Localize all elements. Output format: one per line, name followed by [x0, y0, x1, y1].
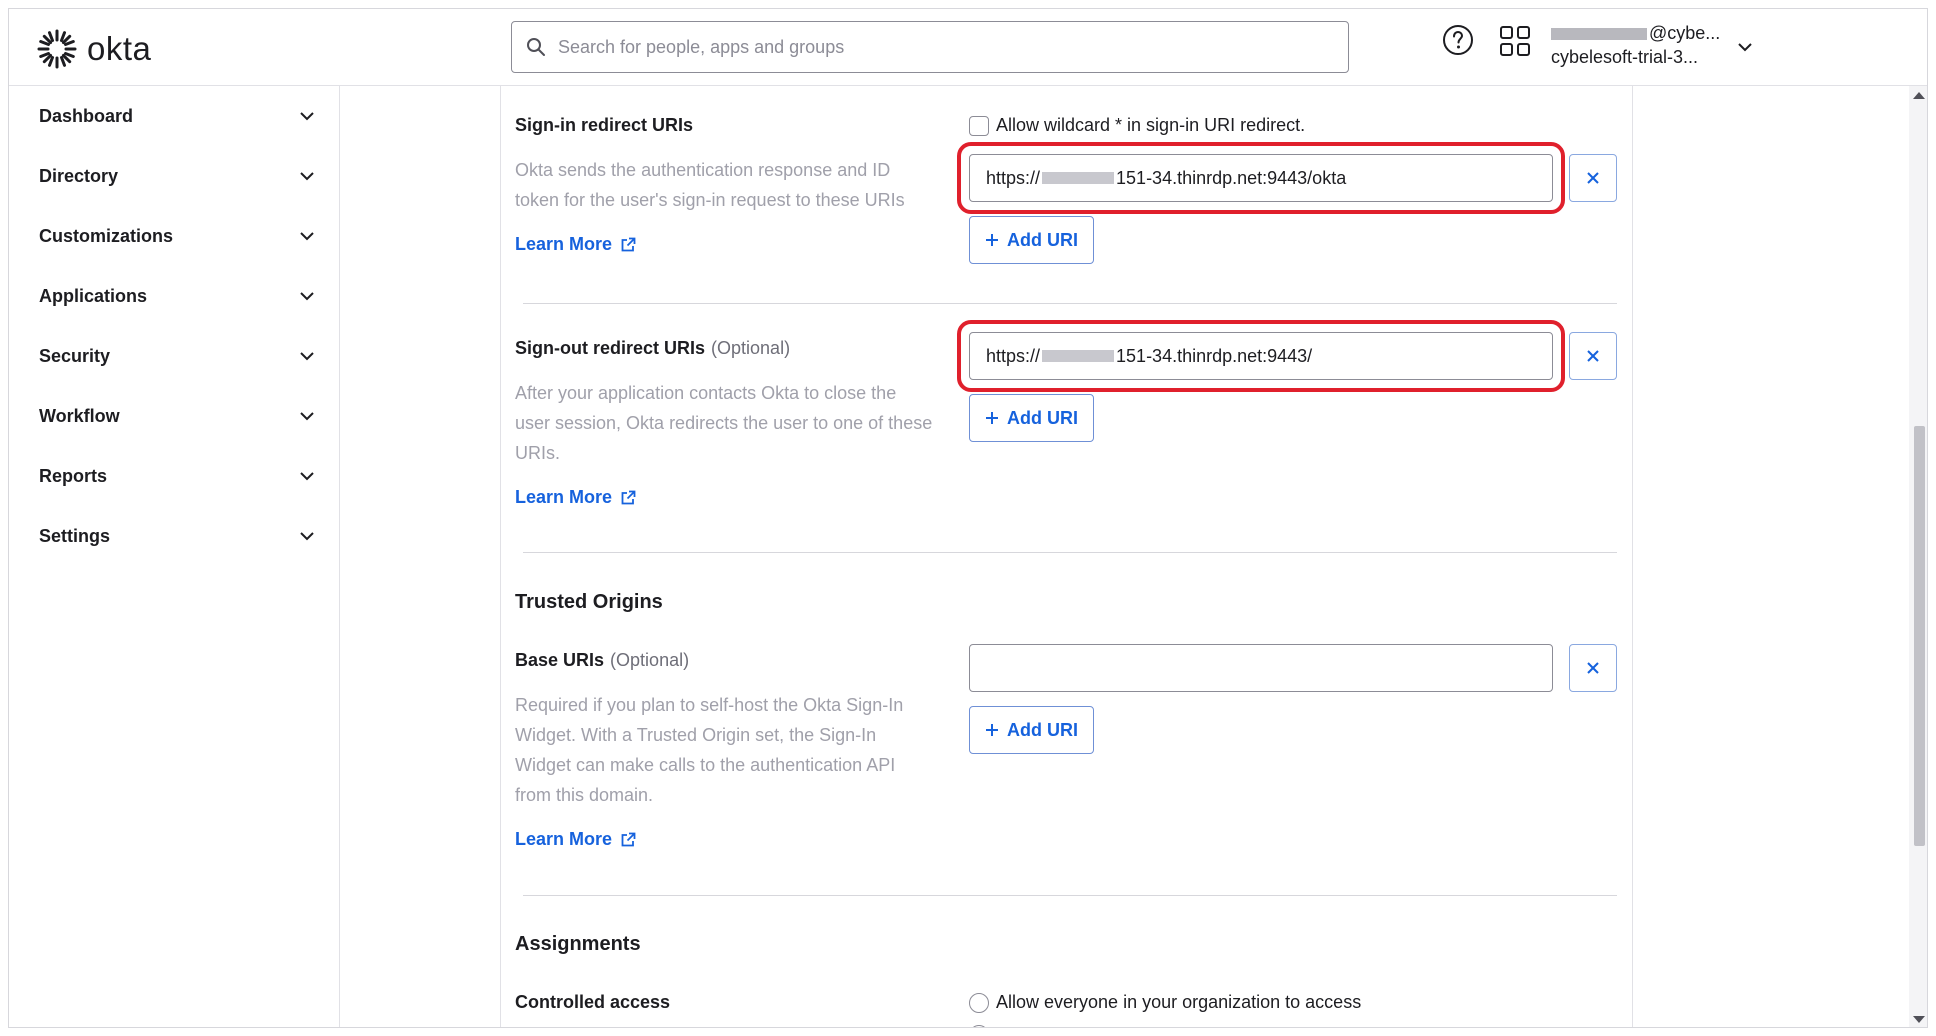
base-uris-learn-more-link[interactable]: Learn More	[515, 829, 636, 850]
base-uris-description: Required if you plan to self-host the Ok…	[515, 695, 904, 805]
allow-everyone-radio[interactable]	[969, 993, 989, 1013]
user-menu[interactable]: @cybe... cybelesoft-trial-3...	[1551, 21, 1720, 69]
controlled-access-label: Controlled access	[515, 992, 671, 1012]
sidebar: Dashboard Directory Customizations Appli…	[9, 86, 340, 1027]
chevron-down-icon	[300, 351, 314, 360]
scroll-up-arrow[interactable]	[1913, 92, 1925, 99]
logo-text: okta	[87, 30, 152, 67]
add-signin-uri-button[interactable]: Add URI	[969, 216, 1094, 264]
scroll-thumb[interactable]	[1914, 426, 1925, 846]
app-window: okta @cybe...	[8, 8, 1928, 1028]
wildcard-checkbox[interactable]	[969, 116, 989, 136]
signout-redirect-label: Sign-out redirect URIs (Optional)	[515, 338, 791, 358]
chevron-down-icon	[300, 231, 314, 240]
sidebar-item-security[interactable]: Security	[39, 341, 314, 371]
scroll-down-arrow[interactable]	[1913, 1016, 1925, 1023]
help-button[interactable]	[1442, 24, 1474, 61]
signin-uri-field[interactable]: https://151-34.thinrdp.net:9443/okta	[969, 154, 1553, 202]
sidebar-item-reports[interactable]: Reports	[39, 461, 314, 491]
chevron-down-icon	[300, 171, 314, 180]
sidebar-item-customizations[interactable]: Customizations	[39, 221, 314, 251]
signout-description: After your application contacts Okta to …	[515, 383, 933, 463]
divider	[523, 895, 1617, 896]
plus-icon	[986, 724, 998, 736]
signout-learn-more-link[interactable]: Learn More	[515, 487, 636, 508]
external-link-icon	[621, 832, 636, 846]
signin-learn-more-link[interactable]: Learn More	[515, 234, 636, 255]
chevron-down-icon	[300, 291, 314, 300]
redacted-text	[1551, 28, 1647, 41]
add-base-uri-button[interactable]: Add URI	[969, 706, 1094, 754]
okta-logo[interactable]: okta	[37, 29, 151, 69]
plus-icon	[986, 234, 998, 246]
signout-uri-field[interactable]: https://151-34.thinrdp.net:9443/	[969, 332, 1553, 380]
sidebar-item-workflow[interactable]: Workflow	[39, 401, 314, 431]
grid-icon	[1500, 26, 1530, 56]
search-icon	[527, 38, 545, 56]
redacted-text	[1042, 172, 1115, 184]
chevron-down-icon	[1738, 43, 1752, 52]
okta-sunburst-icon	[37, 29, 77, 69]
signin-description: Okta sends the authentication response a…	[515, 160, 905, 210]
close-icon	[1587, 662, 1599, 674]
page-scrollbar[interactable]	[1909, 86, 1927, 1027]
close-icon	[1587, 172, 1599, 184]
user-menu-chevron[interactable]	[1737, 39, 1753, 57]
redacted-text	[1042, 350, 1115, 362]
chevron-down-icon	[300, 111, 314, 120]
wildcard-label: Allow wildcard * in sign-in URI redirect…	[996, 115, 1306, 135]
search-input[interactable]	[558, 36, 1318, 58]
add-signout-uri-button[interactable]: Add URI	[969, 394, 1094, 442]
external-link-icon	[621, 490, 636, 504]
close-icon	[1587, 350, 1599, 362]
global-search[interactable]	[511, 21, 1349, 73]
divider	[523, 552, 1617, 553]
chevron-down-icon	[300, 411, 314, 420]
sidebar-item-applications[interactable]: Applications	[39, 281, 314, 311]
signin-redirect-label: Sign-in redirect URIs	[515, 115, 694, 135]
sidebar-item-directory[interactable]: Directory	[39, 161, 314, 191]
base-uris-label: Base URIs (Optional)	[515, 650, 690, 670]
app-switcher-button[interactable]	[1499, 25, 1531, 62]
allow-everyone-label: Allow everyone in your organization to a…	[996, 992, 1362, 1012]
chevron-down-icon	[300, 471, 314, 480]
help-icon	[1443, 25, 1473, 55]
user-org: cybelesoft-trial-3...	[1551, 47, 1699, 67]
sidebar-item-settings[interactable]: Settings	[39, 521, 314, 551]
divider	[523, 303, 1617, 304]
assignments-heading: Assignments	[515, 933, 641, 955]
remove-base-uri-button[interactable]	[1569, 644, 1617, 692]
remove-signin-uri-button[interactable]	[1569, 154, 1617, 202]
external-link-icon	[621, 237, 636, 251]
base-uri-field[interactable]	[969, 644, 1553, 692]
sidebar-item-dashboard[interactable]: Dashboard	[39, 101, 314, 131]
trusted-origins-heading: Trusted Origins	[515, 591, 663, 613]
plus-icon	[986, 412, 998, 424]
remove-signout-uri-button[interactable]	[1569, 332, 1617, 380]
user-email: @cybe...	[1551, 21, 1720, 45]
top-bar: okta @cybe...	[9, 9, 1927, 86]
chevron-down-icon	[300, 531, 314, 540]
